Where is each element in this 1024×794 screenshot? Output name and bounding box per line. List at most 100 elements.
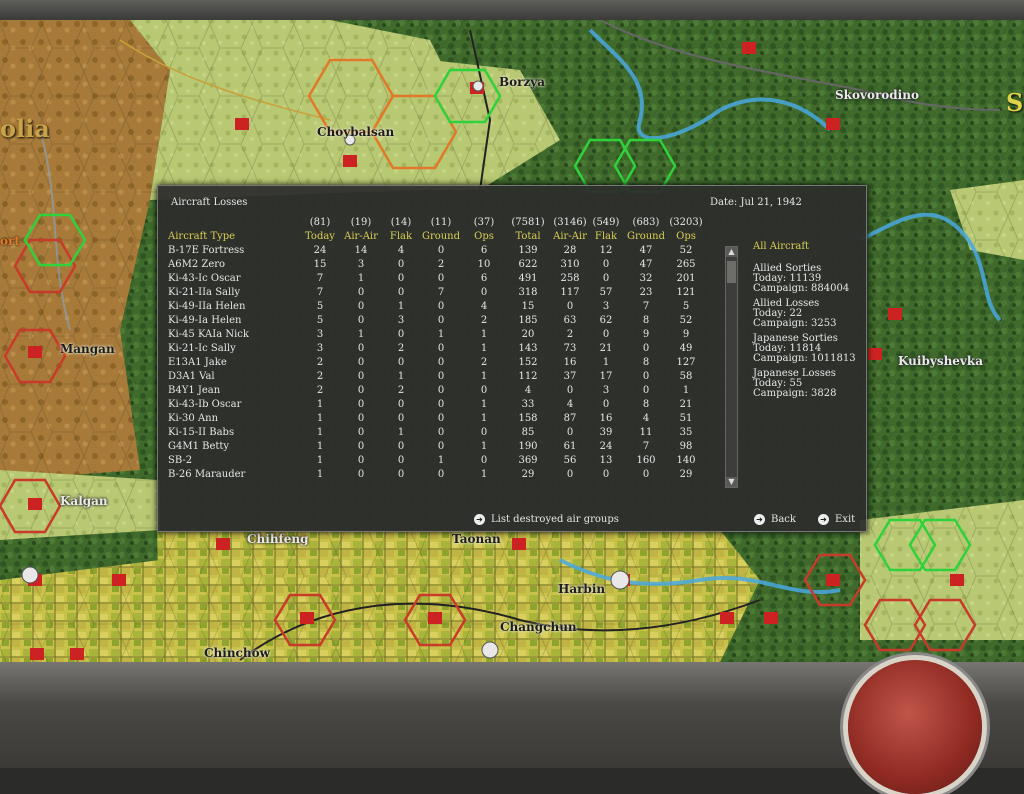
value-cell: 0 xyxy=(437,413,445,424)
exit-button[interactable]: ➜ Exit xyxy=(818,514,855,525)
value-cell: 0 xyxy=(437,385,445,396)
table-row: B-17E Fortress 24 14 4 0 6 139 28 12 47 52 xyxy=(168,244,704,258)
value-cell: 0 xyxy=(480,455,488,466)
value-cell: 0 xyxy=(642,385,650,396)
map-label-changchun: Changchun xyxy=(500,620,577,634)
value-cell: 0 xyxy=(602,469,610,480)
value-cell: 32 xyxy=(639,273,653,284)
aircraft-type-cell: Aircraft Type xyxy=(168,231,236,242)
table-row: Ki-21-Ic Sally 3 0 2 0 1 143 73 21 0 49 xyxy=(168,342,704,356)
value-cell: 1 xyxy=(316,441,324,452)
value-cell: Ground xyxy=(421,231,461,242)
value-cell: 7 xyxy=(642,301,650,312)
aircraft-type-cell: Ki-43-Ic Oscar xyxy=(168,273,241,284)
table-scrollbar[interactable]: ▲ ▼ xyxy=(725,246,738,488)
value-cell: 0 xyxy=(602,399,610,410)
table-row: B-26 Marauder 1 0 0 0 1 29 0 0 0 29 xyxy=(168,468,704,482)
value-cell: 0 xyxy=(437,301,445,312)
value-cell: 0 xyxy=(357,287,365,298)
value-cell: 0 xyxy=(397,259,405,270)
aircraft-type-cell: Ki-49-IIa Helen xyxy=(168,301,246,312)
back-label: Back xyxy=(771,514,796,525)
value-cell: 12 xyxy=(599,245,613,256)
value-cell: 73 xyxy=(563,343,577,354)
value-cell: (19) xyxy=(350,217,372,228)
back-button[interactable]: ➜ Back xyxy=(754,514,796,525)
map-label-skovorodino: Skovorodino xyxy=(835,88,919,102)
value-cell: (3203) xyxy=(669,217,703,228)
value-cell: 1 xyxy=(316,399,324,410)
dialog-title: Aircraft Losses xyxy=(171,197,248,208)
value-cell: 49 xyxy=(679,343,693,354)
aircraft-type-cell: Ki-21-IIa Sally xyxy=(168,287,241,298)
value-cell: 2 xyxy=(316,357,324,368)
arrow-right-icon: ➜ xyxy=(474,514,485,525)
value-cell: 21 xyxy=(679,399,693,410)
aircraft-type-cell: Ki-45 KAIa Nick xyxy=(168,329,249,340)
value-cell: 2 xyxy=(316,371,324,382)
value-cell: 62 xyxy=(599,315,613,326)
value-cell: 0 xyxy=(397,469,405,480)
value-cell: 0 xyxy=(566,427,574,438)
map-label-choybalsan: Choybalsan xyxy=(317,125,395,139)
value-cell: 0 xyxy=(566,301,574,312)
value-cell: 11 xyxy=(639,427,653,438)
value-cell: 1 xyxy=(316,469,324,480)
value-cell: 1 xyxy=(316,427,324,438)
map-label-mangan: Mangan xyxy=(60,342,115,356)
aircraft-type-cell: D3A1 Val xyxy=(168,371,215,382)
value-cell: 0 xyxy=(566,469,574,480)
value-cell: Air-Air xyxy=(344,231,378,242)
table-row: Ki-43-Ib Oscar 1 0 0 0 1 33 4 0 8 21 xyxy=(168,398,704,412)
aircraft-type-cell xyxy=(168,216,302,230)
scroll-thumb[interactable] xyxy=(727,261,736,283)
value-cell: 143 xyxy=(518,343,538,354)
aircraft-type-cell: G4M1 Betty xyxy=(168,441,230,452)
value-cell: 0 xyxy=(357,469,365,480)
scroll-up-arrow-icon[interactable]: ▲ xyxy=(726,247,737,257)
arrow-right-icon: ➜ xyxy=(818,514,829,525)
table-row: A6M2 Zero 15 3 0 2 10 622 310 0 47 265 xyxy=(168,258,704,272)
value-cell: 10 xyxy=(477,259,491,270)
scroll-down-arrow-icon[interactable]: ▼ xyxy=(726,477,737,487)
value-cell: 33 xyxy=(521,399,535,410)
value-cell: 0 xyxy=(437,245,445,256)
value-cell: 9 xyxy=(682,329,690,340)
value-cell: 0 xyxy=(602,259,610,270)
value-cell: 121 xyxy=(676,287,696,298)
value-cell: 47 xyxy=(639,245,653,256)
value-cell: Flak xyxy=(389,231,413,242)
value-cell: 117 xyxy=(560,287,580,298)
value-cell: 0 xyxy=(437,371,445,382)
value-cell: 0 xyxy=(480,427,488,438)
list-destroyed-air-groups-button[interactable]: ➜ List destroyed air groups xyxy=(474,514,619,525)
value-cell: (549) xyxy=(592,217,620,228)
value-cell: Today xyxy=(305,231,335,242)
japanese-sorties-campaign: Campaign: 1011813 xyxy=(753,353,856,364)
value-cell: 47 xyxy=(639,259,653,270)
value-cell: 3 xyxy=(602,385,610,396)
value-cell: 14 xyxy=(354,245,368,256)
arrow-right-icon: ➜ xyxy=(754,514,765,525)
value-cell: 15 xyxy=(313,259,327,270)
value-cell: 0 xyxy=(480,385,488,396)
aircraft-type-cell: Ki-43-Ib Oscar xyxy=(168,399,242,410)
japanese-losses-campaign: Campaign: 3828 xyxy=(753,388,837,399)
value-cell: 3 xyxy=(397,315,405,326)
value-cell: 112 xyxy=(518,371,538,382)
filter-all-aircraft[interactable]: All Aircraft xyxy=(753,241,809,252)
value-cell: 0 xyxy=(437,315,445,326)
value-cell: 2 xyxy=(397,385,405,396)
map-label-harbin: Harbin xyxy=(558,582,606,596)
value-cell: Ops xyxy=(474,231,494,242)
value-cell: 1 xyxy=(480,371,488,382)
value-cell: 265 xyxy=(676,259,696,270)
value-cell: 8 xyxy=(642,315,650,326)
red-dial-button[interactable] xyxy=(848,660,982,794)
map-label-edge-s: S xyxy=(1006,88,1024,117)
value-cell: 20 xyxy=(521,329,535,340)
value-cell: 0 xyxy=(397,413,405,424)
value-cell: 318 xyxy=(518,287,538,298)
value-cell: 0 xyxy=(642,343,650,354)
value-cell: 23 xyxy=(639,287,653,298)
